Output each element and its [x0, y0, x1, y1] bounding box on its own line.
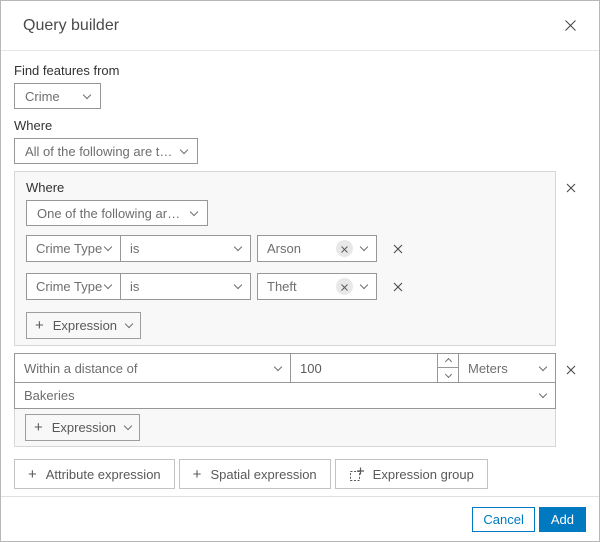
remove-value-icon: [341, 241, 348, 256]
chevron-down-icon: [179, 145, 189, 154]
unit-select[interactable]: Meters: [458, 353, 556, 383]
attribute-expression-group: Where One of the following are tr… Crime…: [14, 171, 556, 346]
distance-stepper: [437, 353, 459, 383]
chevron-down-icon: [189, 207, 199, 216]
field-select-value: Crime Type: [36, 279, 103, 294]
value-select[interactable]: Theft: [257, 273, 377, 300]
chevron-down-icon: [538, 362, 548, 371]
plus-icon: +: [34, 317, 44, 334]
field-select-value: Crime Type: [36, 241, 103, 256]
chevron-down-icon: [233, 280, 243, 290]
add-expression-group-button[interactable]: Expression group: [334, 459, 488, 489]
expression-group-label: Expression group: [372, 466, 474, 482]
expression-row: Crime Type is Theft: [26, 273, 544, 300]
expression-group-icon: [349, 467, 364, 482]
distance-field-wrap: [290, 353, 438, 383]
remove-expression-icon: [393, 244, 403, 254]
chevron-down-icon: [444, 370, 452, 378]
chevron-down-icon: [103, 280, 113, 290]
spatial-layer-value: Bakeries: [24, 388, 75, 403]
close-icon: [564, 19, 577, 32]
chevron-down-icon: [123, 421, 133, 431]
remove-group-button[interactable]: [556, 175, 586, 201]
add-spatial-expression-button[interactable]: + Spatial expression: [178, 459, 331, 489]
add-expression-button[interactable]: + Expression: [26, 312, 141, 339]
spatial-operator-value: Within a distance of: [24, 360, 138, 376]
remove-expression-button[interactable]: [385, 236, 411, 262]
attribute-group-wrapper: Where One of the following are tr… Crime…: [14, 171, 586, 346]
dialog-header: Query builder: [1, 1, 599, 51]
spatial-expression-group: Within a distance of 100 Meters Bakeries…: [14, 353, 556, 447]
spatial-layer-row: Bakeries: [14, 382, 556, 409]
remove-value-button[interactable]: [336, 240, 353, 257]
spatial-layer-select[interactable]: Bakeries: [14, 382, 556, 409]
remove-value-button[interactable]: [336, 278, 353, 295]
field-select[interactable]: Crime Type: [26, 235, 121, 262]
operator-select[interactable]: is: [120, 273, 251, 300]
value-select[interactable]: Arson: [257, 235, 377, 262]
field-select[interactable]: Crime Type: [26, 273, 121, 300]
group-where-label: Where: [26, 180, 65, 195]
stepper-up-button[interactable]: [438, 354, 458, 368]
remove-expression-button[interactable]: [385, 274, 411, 300]
spatial-expression-label: Spatial expression: [210, 466, 317, 482]
layer-select[interactable]: Crime: [14, 83, 101, 109]
chevron-down-icon: [359, 280, 369, 290]
add-button[interactable]: Add: [538, 506, 586, 532]
value-select-value: Theft: [267, 279, 297, 294]
value-select-value: Arson: [267, 241, 301, 256]
dialog-body: Find features from Crime Where All of th…: [1, 51, 599, 496]
plus-icon: +: [28, 465, 37, 483]
chevron-up-icon: [444, 357, 452, 366]
page-title: Query builder: [23, 16, 120, 34]
close-button[interactable]: [562, 17, 579, 34]
find-features-label: Find features from: [14, 63, 120, 78]
distance-input[interactable]: [291, 354, 437, 382]
remove-group-icon: [566, 365, 576, 375]
query-builder-dialog: Query builder Find features from Crime W…: [0, 0, 600, 542]
chevron-down-icon: [538, 389, 548, 399]
add-expression-button[interactable]: + Expression: [25, 414, 140, 441]
remove-value-icon: [341, 279, 348, 294]
match-operator-value: All of the following are true: [25, 143, 173, 159]
remove-group-icon: [566, 183, 576, 193]
spatial-group-wrapper: Within a distance of 100 Meters Bakeries…: [14, 353, 586, 447]
match-operator-select[interactable]: All of the following are true: [14, 138, 198, 164]
where-label: Where: [14, 118, 53, 133]
unit-select-value: Meters: [468, 360, 508, 376]
chevron-down-icon: [233, 242, 243, 252]
chevron-down-icon: [124, 319, 134, 329]
plus-icon: +: [192, 465, 202, 483]
chevron-down-icon: [82, 90, 92, 99]
add-expression-label: Expression: [52, 318, 118, 333]
group-match-operator-select[interactable]: One of the following are tr…: [26, 200, 208, 226]
plus-icon: +: [33, 419, 43, 436]
group-match-operator-value: One of the following are tr…: [37, 205, 183, 221]
operator-select[interactable]: is: [120, 235, 251, 262]
spatial-expression-row: Within a distance of 100 Meters: [14, 353, 556, 383]
cancel-button[interactable]: Cancel: [472, 506, 535, 532]
remove-group-button[interactable]: [556, 357, 586, 383]
add-attribute-expression-button[interactable]: + Attribute expression: [14, 459, 175, 489]
stepper-down-button[interactable]: [438, 368, 458, 382]
operator-select-value: is: [130, 279, 140, 294]
chevron-down-icon: [273, 362, 283, 371]
layer-select-value: Crime: [25, 88, 60, 104]
spatial-group-footer: + Expression: [14, 409, 556, 447]
attribute-expression-label: Attribute expression: [45, 466, 161, 482]
spatial-operator-select[interactable]: Within a distance of: [14, 353, 291, 383]
chevron-down-icon: [103, 242, 113, 252]
remove-expression-icon: [393, 282, 403, 292]
chevron-down-icon: [359, 242, 369, 252]
expression-row: Crime Type is Arson: [26, 235, 544, 262]
expression-toolbar: + Attribute expression + Spatial express…: [14, 459, 586, 489]
operator-select-value: is: [130, 241, 140, 256]
add-expression-label: Expression: [51, 420, 117, 435]
dialog-footer: Cancel Add: [1, 496, 599, 541]
